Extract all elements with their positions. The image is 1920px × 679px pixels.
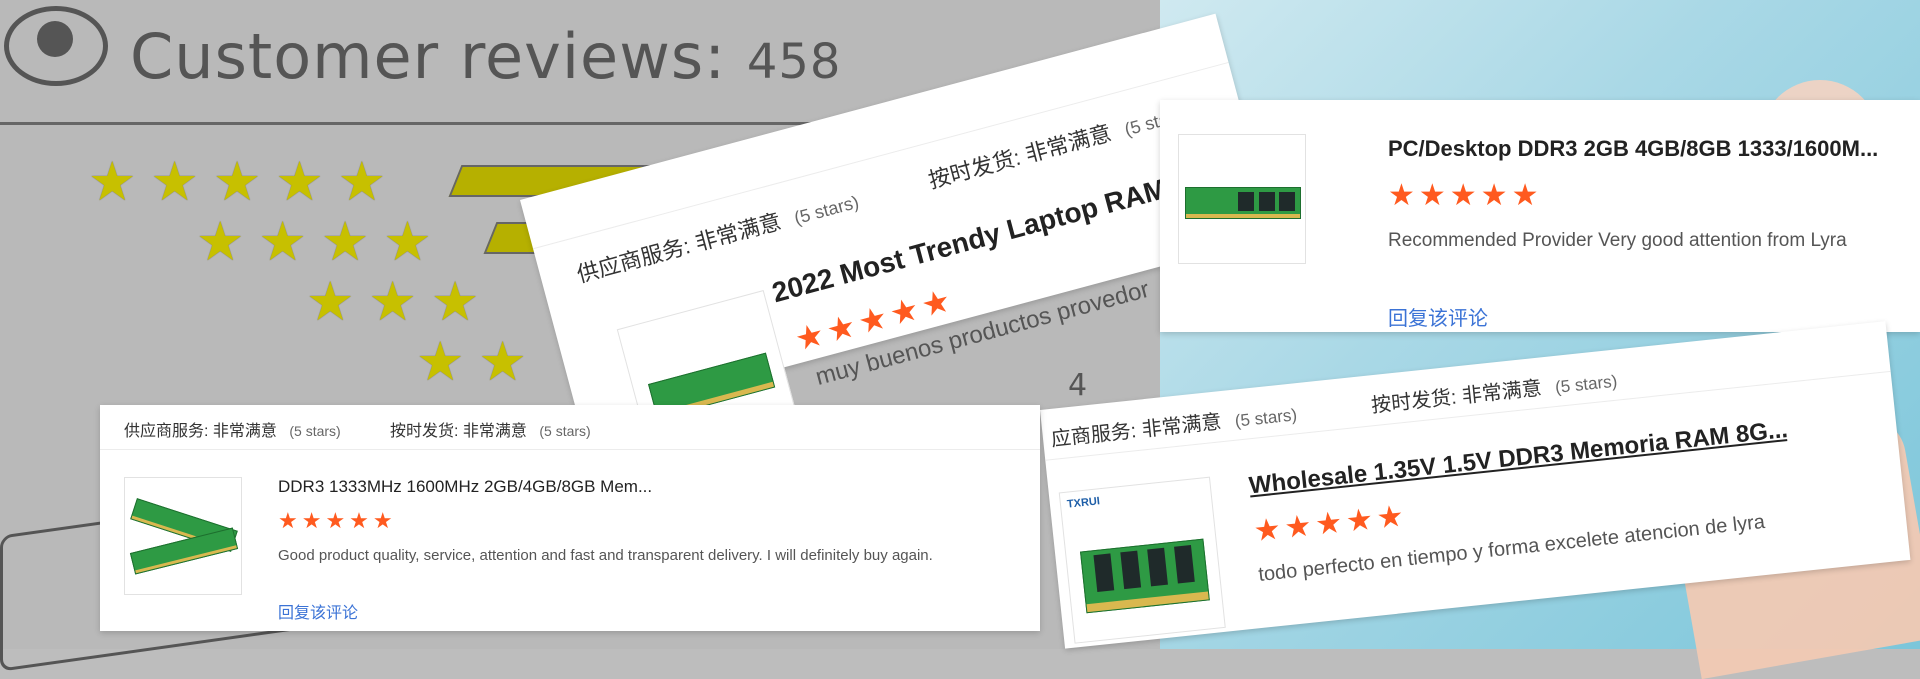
reply-link[interactable]: 回复该评论	[1388, 302, 1488, 331]
on-time-value: 非常满意	[462, 423, 527, 440]
rating-bar-label: 4	[1068, 368, 1088, 403]
supplier-service-label: 供应商服务:	[124, 423, 209, 440]
supplier-service-value: 非常满意	[692, 208, 784, 256]
supplier-service-label: 供应商服务:	[574, 233, 693, 288]
card-header: 供应商服务: 非常满意 (5 stars) 按时发货: 非常满意 (5 star…	[100, 405, 1040, 450]
sketch-heading: Customer reviews: 458	[130, 20, 841, 93]
product-title[interactable]: DDR3 1333MHz 1600MHz 2GB/4GB/8GB Mem...	[278, 477, 998, 497]
reply-link[interactable]: 回复该评论	[278, 599, 358, 623]
on-time-label: 按时发货:	[1370, 386, 1458, 418]
review-card-desktop-ram: PC/Desktop DDR3 2GB 4GB/8GB 1333/1600M..…	[1160, 100, 1920, 332]
review-card-ddr3: 供应商服务: 非常满意 (5 stars) 按时发货: 非常满意 (5 star…	[100, 405, 1040, 631]
on-time-stars: (5 stars)	[1554, 371, 1619, 397]
user-icon	[4, 6, 108, 86]
product-thumbnail[interactable]: TXRUI	[1058, 476, 1226, 644]
star-row-4: ★★★★	[196, 210, 446, 273]
on-time-value: 非常满意	[1460, 377, 1543, 408]
product-thumbnail[interactable]	[1178, 134, 1306, 264]
ram-module-image	[1185, 187, 1301, 219]
star-rating: ★★★★★	[1252, 498, 1410, 550]
supplier-service-stars: (5 stars)	[791, 191, 861, 229]
brand-logo: TXRUI	[1066, 495, 1101, 511]
ram-module-image	[1080, 538, 1210, 614]
review-text: Recommended Provider Very good attention…	[1388, 230, 1847, 251]
on-time-label: 按时发货:	[925, 144, 1024, 194]
star-rating: ★★★★★	[1388, 178, 1543, 213]
product-title[interactable]: PC/Desktop DDR3 2GB 4GB/8GB 1333/1600M..…	[1388, 136, 1908, 162]
star-row-2: ★★	[416, 330, 541, 393]
product-thumbnail[interactable]	[124, 477, 242, 595]
sketch-heading-text: Customer reviews:	[130, 20, 727, 93]
on-time-stars: (5 stars)	[539, 423, 591, 439]
supplier-service-value: 非常满意	[212, 423, 277, 440]
on-time-label: 按时发货:	[390, 423, 459, 440]
star-row-3: ★★★	[306, 270, 494, 333]
supplier-service-stars: (5 stars)	[289, 423, 341, 439]
review-text: Good product quality, service, attention…	[278, 547, 933, 564]
supplier-service-value: 非常满意	[1140, 411, 1223, 442]
supplier-service-label: 应商服务:	[1050, 420, 1138, 451]
star-rating: ★★★★★	[278, 509, 397, 534]
on-time-value: 非常满意	[1022, 120, 1115, 168]
star-row-5: ★★★★★	[88, 150, 401, 213]
supplier-service-stars: (5 stars)	[1233, 405, 1298, 431]
review-count: 458	[746, 34, 842, 90]
